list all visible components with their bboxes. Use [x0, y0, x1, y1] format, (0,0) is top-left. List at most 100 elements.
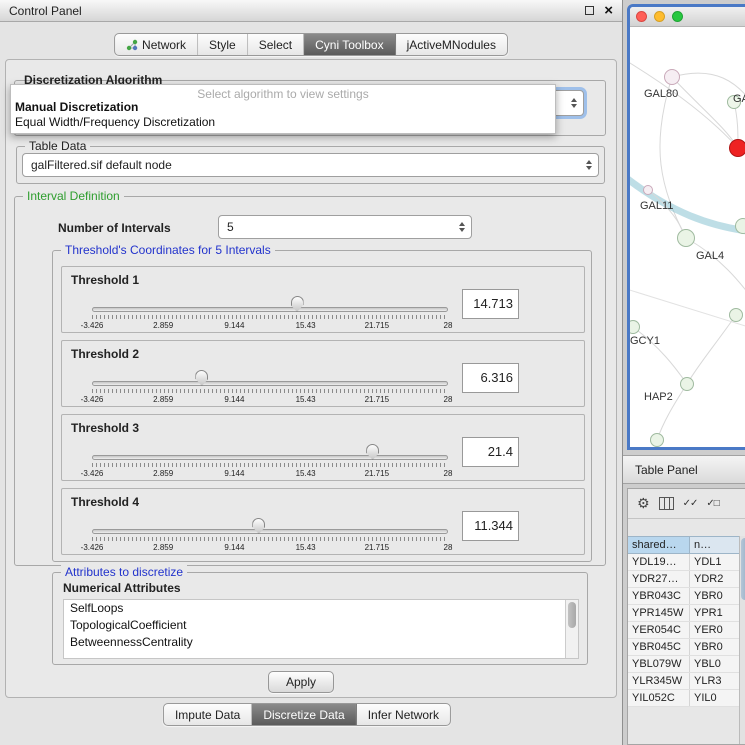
numerical-attributes-list[interactable]: SelfLoopsTopologicalCoefficientBetweenne… [63, 599, 579, 659]
table-row[interactable]: YER054CYER0 [628, 622, 739, 639]
column-header-name[interactable]: n… [690, 537, 739, 553]
minimize-traffic-icon[interactable] [654, 11, 665, 22]
threshold-value-field[interactable]: 14.713 [462, 289, 519, 319]
numerical-attributes-label: Numerical Attributes [63, 581, 181, 595]
tick-label: 21.715 [365, 543, 389, 552]
table-row[interactable]: YBL079WYBL0 [628, 656, 739, 673]
tab-network[interactable]: Network [115, 34, 198, 55]
table-data-select[interactable]: galFiltered.sif default node [22, 153, 599, 177]
close-icon[interactable]: × [604, 5, 613, 17]
threshold-label: Threshold 3 [71, 421, 139, 435]
tab-style[interactable]: Style [198, 34, 248, 55]
dropdown-placeholder-option[interactable]: Select algorithm to view settings [11, 85, 555, 100]
tick-label: 28 [444, 321, 453, 330]
table-panel-header[interactable]: Table Panel [623, 455, 745, 484]
slider-ticks [92, 315, 448, 319]
node-label: GAL80 [644, 88, 678, 100]
tick-label: 15.43 [296, 543, 316, 552]
node-label: GAL4 [696, 250, 724, 262]
slider-track[interactable] [92, 307, 448, 312]
network-node[interactable] [664, 69, 680, 85]
column-header-shared-name[interactable]: shared… [628, 537, 690, 553]
table-scrollbar[interactable] [739, 536, 745, 744]
table-row[interactable]: YDL19…YDL1 [628, 554, 739, 571]
right-panel: GAL80GAGAL11GAL4GCY1HAP2 Table Panel ⚙ ✓… [623, 0, 745, 745]
tab-jactivemnodules[interactable]: jActiveMNodules [396, 34, 507, 55]
tick-label: 28 [444, 395, 453, 404]
table-data-label: Table Data [25, 139, 90, 153]
table-row[interactable]: YLR345WYLR3 [628, 673, 739, 690]
slider-tick-labels: -3.4262.8599.14415.4321.71528 [92, 543, 448, 553]
threshold-value-field[interactable]: 6.316 [462, 363, 519, 393]
table-row[interactable]: YIL052CYIL0 [628, 690, 739, 707]
tab-cyni-toolbox[interactable]: Cyni Toolbox [304, 34, 395, 55]
top-tab-bar: Network Style Select Cyni Toolbox jActiveMNo… [114, 33, 508, 56]
attributes-scrollbar[interactable] [565, 600, 578, 658]
control-panel-titlebar: Control Panel × [0, 0, 622, 22]
tick-label: -3.426 [81, 543, 104, 552]
table-cell: YPR145W [628, 605, 690, 621]
tab-infer-network[interactable]: Infer Network [357, 704, 450, 725]
table-toolbar: ⚙ ✓✓ ✓□ [628, 489, 745, 519]
table-row[interactable]: YBR043CYBR0 [628, 588, 739, 605]
tab-label: Discretize Data [263, 708, 344, 722]
algorithm-dropdown-popup: Select algorithm to view settings Manual… [10, 84, 556, 134]
dropdown-option-equal-width-frequency[interactable]: Equal Width/Frequency Discretization [11, 115, 555, 130]
zoom-traffic-icon[interactable] [672, 11, 683, 22]
columns-icon[interactable] [659, 497, 674, 510]
table-cell: YLR3 [690, 673, 739, 689]
slider-track[interactable] [92, 529, 448, 534]
slider-track[interactable] [92, 455, 448, 460]
threshold-value-field[interactable]: 21.4 [462, 437, 519, 467]
list-item[interactable]: BetweennessCentrality [64, 634, 578, 651]
tick-label: -3.426 [81, 469, 104, 478]
threshold-value-field[interactable]: 11.344 [462, 511, 519, 541]
attributes-group-legend: Attributes to discretize [61, 565, 187, 579]
network-node[interactable] [677, 229, 695, 247]
number-of-intervals-select[interactable]: 5 [218, 215, 472, 239]
table-row[interactable]: YBR045CYBR0 [628, 639, 739, 656]
node-label: HAP2 [644, 391, 673, 403]
network-node[interactable] [729, 139, 745, 157]
table-rows: YDL19…YDL1YDR27…YDR2YBR043CYBR0YPR145WYP… [628, 554, 739, 707]
network-node[interactable] [643, 185, 653, 195]
network-node[interactable] [735, 218, 745, 234]
network-canvas[interactable]: GAL80GAGAL11GAL4GCY1HAP2 [630, 27, 745, 450]
select-columns-icon[interactable]: ✓□ [706, 498, 718, 509]
table-cell: YBR0 [690, 588, 739, 604]
network-node[interactable] [680, 377, 694, 391]
tab-impute-data[interactable]: Impute Data [164, 704, 252, 725]
tab-select[interactable]: Select [248, 34, 304, 55]
scrollbar-thumb[interactable] [568, 602, 576, 628]
gear-icon[interactable]: ⚙ [637, 497, 650, 511]
scrollbar-thumb[interactable] [741, 538, 745, 600]
apply-button[interactable]: Apply [268, 671, 334, 693]
select-all-columns-icon[interactable]: ✓✓ [683, 498, 698, 509]
dropdown-option-manual-discretization[interactable]: Manual Discretization [11, 100, 555, 115]
tick-label: 9.144 [224, 543, 244, 552]
table-cell: YIL052C [628, 690, 690, 706]
table-data-selected-value: galFiltered.sif default node [31, 158, 172, 172]
threshold-label: Threshold 4 [71, 495, 139, 509]
tick-label: 21.715 [365, 321, 389, 330]
table-row[interactable]: YDR27…YDR2 [628, 571, 739, 588]
table-row[interactable]: YPR145WYPR1 [628, 605, 739, 622]
table-panel: ⚙ ✓✓ ✓□ shared… n… YDL19…YDL1YDR27…YDR2Y… [627, 488, 745, 745]
table-cell: YPR1 [690, 605, 739, 621]
network-node[interactable] [729, 308, 743, 322]
float-icon[interactable] [585, 6, 594, 15]
tab-label: Infer Network [368, 708, 439, 722]
tab-label: Cyni Toolbox [315, 38, 383, 52]
tab-label: Style [209, 38, 236, 52]
table-cell: YBR043C [628, 588, 690, 604]
tab-discretize-data[interactable]: Discretize Data [252, 704, 356, 725]
list-item[interactable]: TopologicalCoefficient [64, 617, 578, 634]
list-item[interactable]: SelfLoops [64, 600, 578, 617]
threshold-block: Threshold 2 6.316 -3.4262.8599.14415.432… [61, 340, 585, 407]
network-icon [126, 39, 138, 51]
network-node[interactable] [650, 433, 664, 447]
number-of-intervals-value: 5 [227, 220, 234, 234]
close-traffic-icon[interactable] [636, 11, 647, 22]
table-cell: YDR27… [628, 571, 690, 587]
slider-track[interactable] [92, 381, 448, 386]
